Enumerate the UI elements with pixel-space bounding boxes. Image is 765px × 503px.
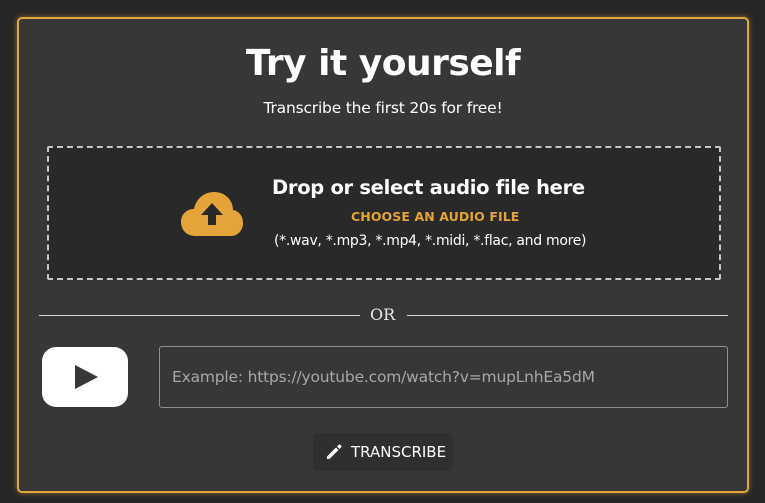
try-it-card: Try it yourself Transcribe the first 20s… (17, 17, 749, 493)
transcribe-button[interactable]: TRANSCRIBE (313, 433, 453, 471)
supported-formats: (*.wav, *.mp3, *.mp4, *.midi, *.flac, an… (274, 233, 587, 249)
page-subtitle: Transcribe the first 20s for free! (263, 99, 503, 117)
youtube-icon (42, 347, 128, 407)
divider-line-right (407, 315, 728, 316)
youtube-url-input[interactable] (159, 346, 728, 408)
audio-dropzone[interactable]: Drop or select audio file here CHOOSE AN… (47, 146, 721, 280)
divider-line-left (39, 315, 360, 316)
page-title: Try it yourself (245, 43, 521, 84)
dropzone-title: Drop or select audio file here (272, 176, 585, 199)
choose-audio-file-link[interactable]: CHOOSE AN AUDIO FILE (351, 209, 519, 224)
pencil-icon (327, 444, 342, 459)
transcribe-button-label: TRANSCRIBE (351, 443, 447, 461)
or-divider-label: OR (370, 305, 396, 324)
cloud-upload-icon (181, 192, 243, 236)
